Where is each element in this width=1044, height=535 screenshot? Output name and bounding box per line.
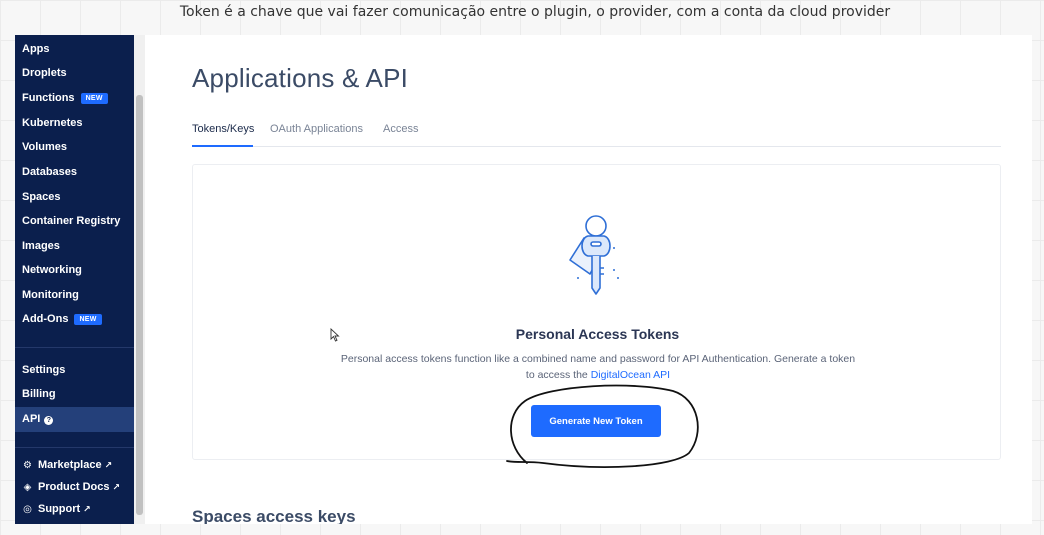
sidebar-item-spaces[interactable]: Spaces [22, 191, 61, 203]
sidebar-item-label: Apps [22, 43, 50, 55]
sidebar: Apps Droplets Functions NEW Kubernetes Vo… [15, 35, 134, 524]
new-badge: NEW [80, 93, 108, 104]
external-link-icon: ↗ [112, 482, 121, 492]
sidebar-item-settings[interactable]: Settings [22, 364, 65, 376]
sidebar-item-label: Settings [22, 364, 66, 376]
sidebar-item-label: Functions [22, 92, 75, 104]
sidebar-item-billing[interactable]: Billing [22, 388, 56, 400]
sidebar-item-label: Images [22, 240, 60, 252]
app-window: Apps Droplets Functions NEW Kubernetes Vo… [15, 35, 1032, 524]
sidebar-item-label: Databases [22, 166, 78, 178]
generate-new-token-button[interactable]: Generate New Token [531, 405, 661, 437]
new-badge: NEW [74, 314, 102, 325]
sidebar-scrollbar[interactable] [134, 35, 145, 524]
sidebar-item-label: Container Registry [22, 215, 121, 227]
external-link-icon: ↗ [104, 460, 113, 470]
help-icon: ? [44, 416, 54, 425]
sidebar-item-label: Droplets [22, 67, 67, 79]
sidebar-item-monitoring[interactable]: Monitoring [22, 289, 79, 301]
sidebar-item-label: Kubernetes [22, 117, 83, 129]
sidebar-item-container-registry[interactable]: Container Registry [22, 215, 120, 227]
sidebar-item-api[interactable]: API? [22, 413, 54, 425]
sidebar-item-droplets[interactable]: Droplets [22, 67, 67, 79]
sidebar-item-label: Billing [22, 388, 56, 400]
key-icon [569, 215, 619, 295]
sidebar-item-label: API [22, 413, 41, 425]
card-title: Personal Access Tokens [515, 326, 680, 342]
sidebar-item-label: Networking [22, 264, 82, 276]
card-description: Personal access tokens function like a c… [338, 351, 858, 383]
sidebar-item-label: Support [38, 503, 81, 515]
sidebar-item-label: Spaces [22, 191, 61, 203]
sidebar-item-kubernetes[interactable]: Kubernetes [22, 117, 83, 129]
sidebar-link-product-docs[interactable]: ◈ Product Docs ↗ [22, 481, 120, 493]
digitalocean-api-link[interactable]: DigitalOcean API [591, 369, 670, 381]
tab-access[interactable]: Access [383, 123, 418, 135]
sidebar-link-marketplace[interactable]: ⚙ Marketplace ↗ [22, 459, 112, 471]
sidebar-link-support[interactable]: ◎ Support ↗ [22, 503, 91, 515]
tab-divider [192, 146, 1001, 147]
spaces-access-keys-heading: Spaces access keys [192, 507, 356, 524]
video-caption: Token é a chave que vai fazer comunicaçã… [179, 4, 891, 20]
mouse-cursor-icon [330, 328, 340, 342]
sidebar-item-label: Marketplace [38, 459, 102, 471]
sidebar-item-label: Product Docs [38, 481, 110, 493]
sidebar-item-functions[interactable]: Functions NEW [22, 92, 108, 104]
tab-tokens-keys[interactable]: Tokens/Keys [192, 123, 254, 135]
page-title: Applications & API [192, 63, 409, 93]
sidebar-item-apps[interactable]: Apps [22, 43, 50, 55]
sidebar-item-databases[interactable]: Databases [22, 166, 77, 178]
external-link-icon: ↗ [83, 504, 91, 514]
marketplace-icon: ⚙ [23, 460, 32, 471]
active-tab-indicator [192, 145, 253, 147]
scrollbar-thumb[interactable] [136, 95, 143, 515]
tab-oauth-applications[interactable]: OAuth Applications [270, 123, 363, 135]
sidebar-divider [15, 347, 134, 348]
sidebar-item-label: Volumes [22, 141, 68, 153]
support-icon: ◎ [23, 504, 32, 515]
sidebar-item-networking[interactable]: Networking [22, 264, 82, 276]
sidebar-item-label: Add-Ons [22, 313, 69, 325]
sidebar-divider [15, 447, 134, 448]
sidebar-item-add-ons[interactable]: Add-Ons NEW [22, 313, 102, 325]
docs-icon: ◈ [23, 482, 32, 493]
sidebar-item-volumes[interactable]: Volumes [22, 141, 67, 153]
sidebar-item-label: Monitoring [22, 289, 79, 301]
personal-access-tokens-card: Personal Access Tokens Personal access t… [192, 164, 1001, 460]
sidebar-item-images[interactable]: Images [22, 240, 60, 252]
